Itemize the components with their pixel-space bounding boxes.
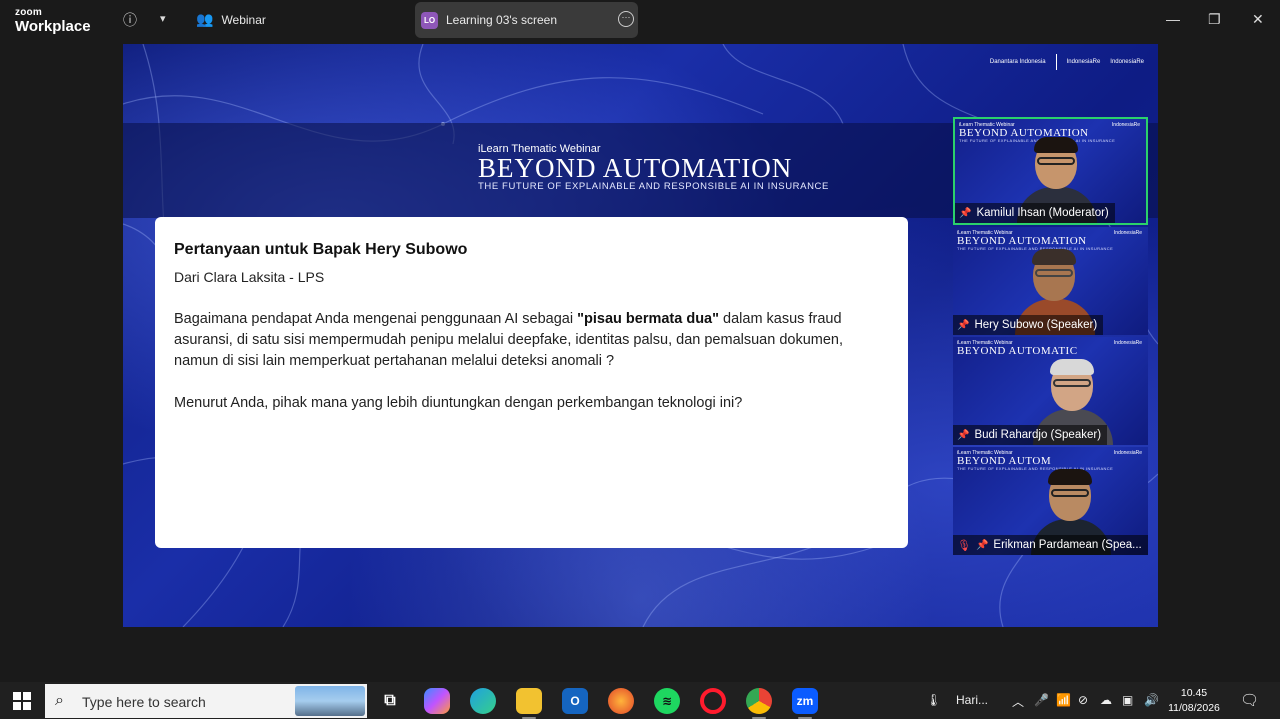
search-placeholder: Type here to search: [82, 694, 206, 710]
mic-muted-icon: 🎙: [957, 539, 971, 552]
pin-icon: 📌: [957, 429, 970, 441]
question-from: Dari Clara Laksita - LPS: [174, 269, 325, 285]
video-tile-speaker-3[interactable]: iLearn Thematic Webinar BEYOND AUTOM THE…: [953, 447, 1148, 555]
video-tile-speaker-2[interactable]: iLearn Thematic Webinar BEYOND AUTOMATIC…: [953, 337, 1148, 445]
chevron-up-icon[interactable]: ︿: [1012, 693, 1024, 710]
taskbar-search[interactable]: ⌕ Type here to search: [45, 684, 367, 718]
notification-icon[interactable]: 🗨: [1240, 691, 1259, 709]
question-body-before: Bagaimana pendapat Anda mengenai penggun…: [174, 311, 578, 327]
video-tile-speaker-1[interactable]: iLearn Thematic Webinar BEYOND AUTOMATIO…: [953, 227, 1148, 335]
windows-taskbar: ⌕ Type here to search ⧉ O ≋ zm 🌡 Hari...…: [0, 682, 1280, 719]
logo-line1: zoom: [15, 7, 42, 18]
zoom-icon[interactable]: zm: [792, 688, 818, 719]
participant-name: Hery Subowo (Speaker): [974, 319, 1098, 331]
slide-title: BEYOND AUTOMATION: [478, 153, 793, 183]
logo-line2: Workplace: [15, 18, 91, 35]
more-options-icon[interactable]: ···: [618, 11, 634, 27]
tile-brand-logo: IndonesiaRe: [1113, 230, 1142, 236]
close-icon[interactable]: ✕: [1252, 11, 1264, 28]
webinar-text: Webinar: [221, 12, 266, 27]
clock[interactable]: 10.45 11/08/2026: [1164, 686, 1224, 716]
title-bar: zoom Workplace ⓘ ▾ 👥 Webinar LO Learning…: [0, 0, 1280, 40]
microphone-icon[interactable]: 🎤: [1034, 693, 1049, 707]
participant-name-label: 📌 Kamilul Ihsan (Moderator): [955, 203, 1115, 223]
search-icon: ⌕: [55, 692, 64, 709]
slide-header: iLearn Thematic Webinar BEYOND AUTOMATIO…: [478, 143, 829, 192]
hand-cursor-icon: ☝: [527, 537, 535, 551]
people-icon: 👥: [196, 11, 214, 27]
clock-date: 11/08/2026: [1168, 702, 1220, 714]
slide-tagline: THE FUTURE OF EXPLAINABLE AND RESPONSIBL…: [478, 181, 829, 192]
task-view-icon[interactable]: ⧉: [377, 688, 403, 714]
question-card: Pertanyaan untuk Bapak Hery Subowo Dari …: [155, 217, 908, 548]
outlook-icon[interactable]: O: [562, 688, 588, 714]
question-body: Bagaimana pendapat Anda mengenai penggun…: [174, 309, 889, 372]
brand-logos: Danantara Indonesia IndonesiaRe Indonesi…: [990, 54, 1144, 70]
pin-icon: 📌: [975, 539, 989, 551]
zoom-workplace-logo: zoom Workplace: [15, 7, 91, 35]
participant-name: Kamilul Ihsan (Moderator): [976, 207, 1109, 219]
question-title: Pertanyaan untuk Bapak Hery Subowo: [174, 241, 468, 258]
info-icon[interactable]: ⓘ: [123, 10, 137, 30]
brand-logo-1: Danantara Indonesia: [989, 59, 1046, 65]
screen-share-pill[interactable]: LO Learning 03's screen ···: [415, 2, 638, 38]
pin-icon: 📌: [957, 319, 970, 331]
opera-icon[interactable]: [700, 688, 726, 714]
participant-name-label: 📌 Hery Subowo (Speaker): [953, 315, 1104, 335]
tile-brand-logo: IndonesiaRe: [1113, 340, 1142, 346]
windows-start-icon[interactable]: [13, 692, 31, 710]
wifi-icon[interactable]: 📶: [1056, 693, 1071, 707]
firefox-icon[interactable]: [608, 688, 634, 714]
display-icon[interactable]: ▣: [1122, 693, 1133, 707]
webinar-label: 👥 Webinar: [196, 11, 266, 28]
spotify-icon[interactable]: ≋: [654, 688, 680, 714]
onedrive-icon[interactable]: ☁: [1100, 693, 1112, 707]
share-badge: LO: [421, 12, 438, 29]
participant-name: Budi Rahardjo (Speaker): [974, 429, 1102, 441]
pin-icon: 📌: [959, 207, 972, 219]
tile-brand-logo: IndonesiaRe: [1111, 122, 1140, 128]
participant-name: Erikman Pardamean (Spea...: [993, 539, 1142, 551]
chrome-icon[interactable]: [746, 688, 772, 719]
question-body-2: Menurut Anda, pihak mana yang lebih diun…: [174, 395, 743, 411]
copilot-icon[interactable]: [424, 688, 450, 714]
volume-icon[interactable]: 🔊: [1144, 693, 1159, 707]
chevron-down-icon[interactable]: ▾: [160, 12, 166, 25]
clock-time: 10.45: [1180, 687, 1208, 699]
weather-text[interactable]: Hari...: [956, 693, 988, 707]
logo-divider: [1055, 54, 1057, 70]
weather-icon[interactable]: 🌡: [926, 693, 941, 707]
edge-icon[interactable]: [470, 688, 496, 714]
video-tile-moderator[interactable]: iLearn Thematic Webinar BEYOND AUTOMATIO…: [953, 117, 1148, 225]
brand-logo-2: IndonesiaRe: [1066, 59, 1101, 65]
restore-icon[interactable]: ❐: [1208, 11, 1221, 28]
search-highlight-image: [295, 686, 365, 716]
share-title: Learning 03's screen: [446, 13, 558, 27]
minimize-icon[interactable]: —: [1166, 11, 1180, 27]
file-explorer-icon[interactable]: [516, 688, 542, 719]
question-body-bold: "pisau bermata dua": [577, 311, 719, 327]
brand-logo-3: IndonesiaRe: [1110, 59, 1144, 65]
network-off-icon[interactable]: ⊘: [1078, 693, 1088, 707]
participant-name-label: 📌 Budi Rahardjo (Speaker): [953, 425, 1108, 445]
participant-name-label: 🎙 📌 Erikman Pardamean (Spea...: [953, 535, 1148, 555]
tile-brand-logo: IndonesiaRe: [1113, 450, 1142, 456]
